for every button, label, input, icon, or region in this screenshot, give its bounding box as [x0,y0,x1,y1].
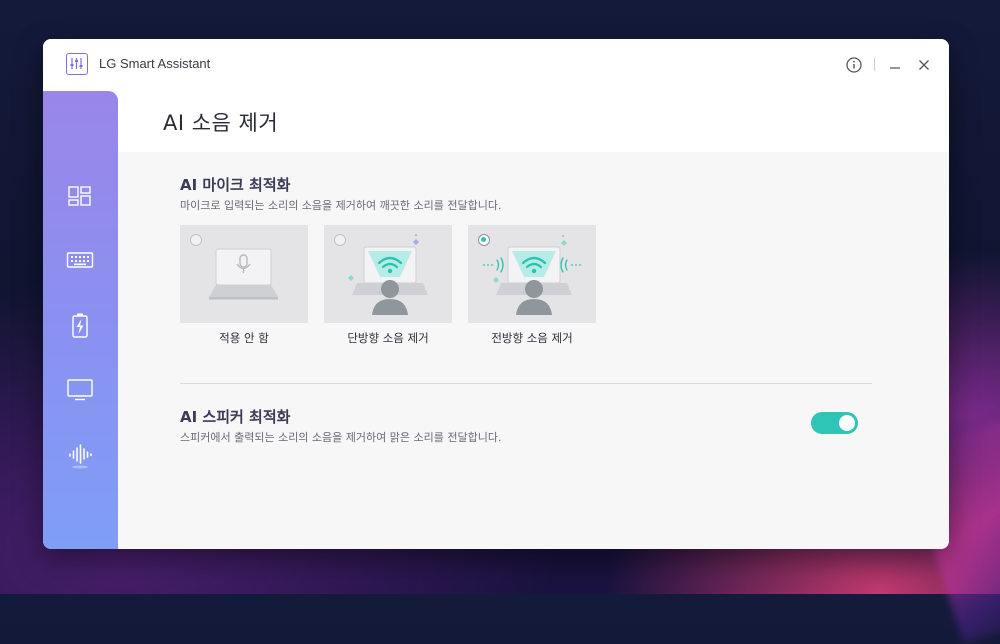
title-bar: LG Smart Assistant [43,39,949,91]
sound-wave-icon [69,444,92,469]
mic-option-none-label: 적용 안 함 [219,331,269,345]
mic-option-unidirectional-label: 단방향 소음 제거 [347,331,429,345]
sidebar-nav [43,91,118,549]
sidebar-item-keyboard[interactable] [65,245,95,275]
mic-option-omnidirectional-card[interactable] [468,225,596,323]
monitor-icon [67,379,93,401]
app-title: LG Smart Assistant [99,56,211,71]
mic-section-description: 마이크로 입력되는 소리의 소음을 제거하여 깨끗한 소리를 전달합니다. [180,199,502,212]
keyboard-icon [66,252,94,268]
content-area: AI 마이크 최적화 마이크로 입력되는 소리의 소음을 제거하여 깨끗한 소리… [118,152,949,549]
page-title: AI 소음 제거 [163,111,279,135]
sidebar-item-display[interactable] [65,374,95,404]
mic-section-title: AI 마이크 최적화 [180,176,291,194]
app-window: LG Smart Assistant AI 소음 제거 AI 마이크 최적화 마… [43,39,949,549]
speaker-section-description: 스피커에서 출력되는 소리의 소음을 제거하여 맑은 소리를 전달합니다. [180,431,502,444]
sidebar-item-ai-noise[interactable] [65,439,95,469]
mic-option-none-card[interactable] [180,225,308,323]
mic-option-unidirectional-radio[interactable] [334,234,346,246]
mic-option-omnidirectional-radio[interactable] [478,234,490,246]
toggle-knob [839,415,855,431]
close-icon[interactable] [915,56,933,74]
speaker-optimization-toggle[interactable] [811,412,858,434]
speaker-section-title: AI 스피커 최적화 [180,408,291,426]
section-divider [180,383,872,384]
sidebar-item-battery[interactable] [65,310,95,340]
dashboard-icon [68,186,91,206]
battery-charging-icon [72,313,88,338]
page-header: AI 소음 제거 [118,91,949,152]
minimize-icon[interactable] [886,56,904,74]
mic-option-none-radio[interactable] [190,234,202,246]
mic-option-omnidirectional-label: 전방향 소음 제거 [491,331,573,345]
sidebar-item-dashboard[interactable] [65,181,95,211]
titlebar-separator [874,58,875,71]
mic-option-unidirectional-card[interactable] [324,225,452,323]
info-icon[interactable] [845,56,863,74]
app-logo-icon [66,53,88,75]
